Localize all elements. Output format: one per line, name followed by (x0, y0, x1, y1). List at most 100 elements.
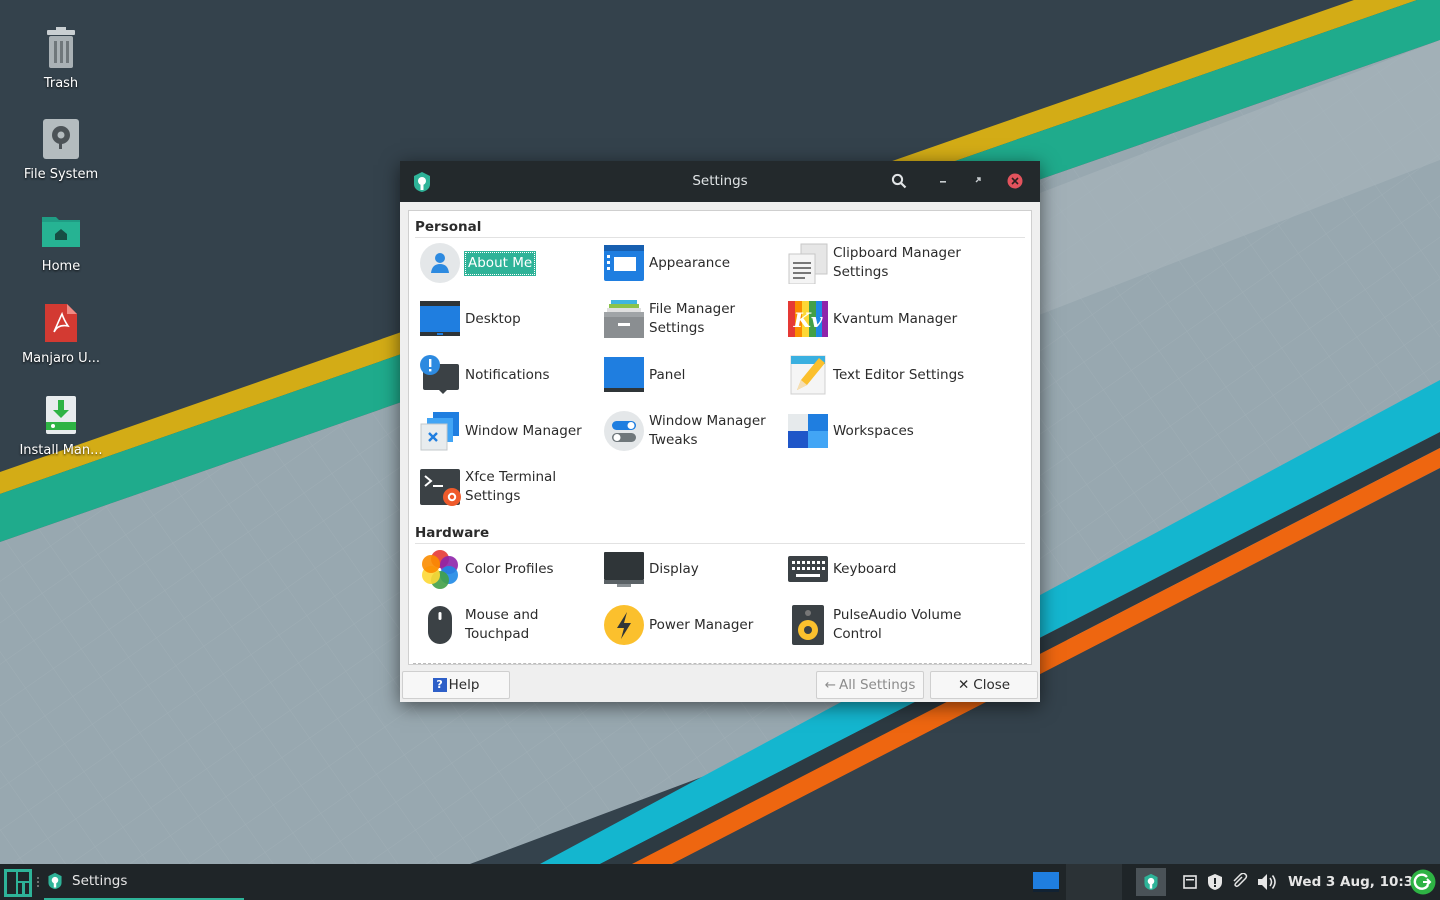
window-titlebar[interactable]: Settings (400, 161, 1040, 202)
kvantum-icon: Kv (787, 298, 829, 340)
panel-handle[interactable] (36, 874, 40, 890)
section-divider (415, 237, 1025, 238)
file-manager-icon (603, 298, 645, 340)
installer-icon (37, 391, 85, 439)
tray-updates[interactable] (1206, 873, 1224, 891)
settings-item-label: Workspaces (833, 422, 914, 439)
all-settings-button[interactable]: ← All Settings (816, 671, 924, 699)
desktop-icon-label: Trash (43, 76, 79, 91)
settings-item-window-manager[interactable]: Window Manager (419, 407, 599, 455)
settings-item-label: Panel (649, 366, 686, 383)
tray-volume[interactable] (1256, 872, 1278, 892)
shield-icon (1208, 874, 1222, 890)
settings-item-label: Mouse and Touchpad (465, 607, 539, 642)
settings-item-label: Display (649, 560, 699, 577)
settings-item-power-manager[interactable]: Power Manager (603, 601, 783, 649)
desktop-icon-manjaro-guide[interactable]: Manjaro U... (6, 299, 116, 366)
settings-item-xfce-terminal[interactable]: Xfce Terminal Settings (419, 463, 599, 511)
settings-item-window-manager-tweaks[interactable]: Window Manager Tweaks (603, 407, 783, 455)
help-button[interactable]: ? Help (402, 671, 510, 699)
settings-item-label: Text Editor Settings (833, 366, 965, 383)
settings-item-pulseaudio[interactable]: PulseAudio Volume Control (787, 601, 967, 649)
notifications-icon (419, 354, 461, 396)
settings-item-mouse-touchpad[interactable]: Mouse and Touchpad (419, 601, 599, 649)
drive-icon (37, 115, 85, 163)
settings-item-keyboard[interactable]: Keyboard (787, 545, 967, 593)
settings-item-desktop[interactable]: Desktop (419, 295, 599, 343)
power-icon (603, 604, 645, 646)
close-window-button[interactable] (1005, 171, 1025, 191)
settings-icon-view[interactable]: Personal About Me Appearance Clipboard M… (408, 210, 1032, 665)
desktop-icon-label: Manjaro U... (21, 351, 101, 366)
drag-handle-icon (37, 877, 39, 887)
close-button[interactable]: ✕ Close (930, 671, 1038, 699)
settings-item-label: Desktop (465, 310, 521, 327)
workspace-2[interactable] (1066, 864, 1122, 900)
settings-item-label: Clipboard Manager Settings (833, 245, 961, 280)
settings-item-label: Xfce Terminal Settings (465, 469, 557, 504)
tray-clipboard[interactable] (1182, 874, 1198, 890)
taskbar-task-label: Settings (72, 873, 128, 889)
help-button-label: Help (448, 677, 480, 693)
settings-item-label: Kvantum Manager (833, 310, 958, 327)
maximize-button[interactable] (969, 171, 989, 191)
desktop-icon-file-system[interactable]: File System (6, 115, 116, 182)
clock-label: Wed 3 Aug, 10:36 (1288, 874, 1423, 890)
clipboard-icon (787, 242, 829, 284)
workspace-1[interactable] (1032, 870, 1060, 894)
close-icon (1007, 173, 1023, 189)
settings-app-icon (1144, 873, 1158, 891)
terminal-icon (419, 466, 461, 508)
settings-item-about-me[interactable]: About Me (419, 239, 599, 287)
search-icon (891, 173, 907, 189)
whisker-menu-button[interactable] (4, 869, 32, 897)
trash-icon (37, 24, 85, 72)
clipboard-tray-icon (1183, 875, 1197, 889)
settings-item-panel[interactable]: Panel (603, 351, 783, 399)
section-title-personal: Personal (415, 219, 482, 235)
taskbar-task-settings[interactable]: Settings (44, 864, 244, 900)
pdf-icon (37, 299, 85, 347)
maximize-icon (975, 177, 981, 183)
desktop-icon-trash[interactable]: Trash (6, 24, 116, 91)
text-editor-icon (787, 354, 829, 396)
paperclip-icon (1233, 873, 1248, 888)
settings-item-workspaces[interactable]: Workspaces (787, 407, 967, 455)
mouse-icon (419, 604, 461, 646)
settings-item-label: File Manager Settings (649, 301, 736, 336)
help-icon: ? (432, 678, 447, 692)
close-x-icon: ✕ (957, 677, 970, 693)
user-icon (419, 242, 461, 284)
settings-app-icon (48, 872, 62, 890)
tweaks-icon (603, 410, 645, 452)
settings-item-notifications[interactable]: Notifications (419, 351, 599, 399)
settings-item-clipboard-manager[interactable]: Clipboard Manager Settings (787, 239, 967, 287)
settings-item-appearance[interactable]: Appearance (603, 239, 783, 287)
settings-item-text-editor[interactable]: Text Editor Settings (787, 351, 967, 399)
home-folder-icon (37, 207, 85, 255)
settings-item-color-profiles[interactable]: Color Profiles (419, 545, 599, 593)
clock[interactable]: Wed 3 Aug, 10:36 (1288, 864, 1423, 900)
settings-item-label: Color Profiles (465, 560, 554, 577)
tray-settings-button[interactable] (1136, 868, 1166, 896)
minimize-button[interactable] (933, 171, 953, 191)
volume-icon (1258, 874, 1276, 890)
tray-attachment[interactable] (1230, 873, 1248, 891)
settings-item-display[interactable]: Display (603, 545, 783, 593)
desktop-icon-label: File System (23, 167, 99, 182)
settings-item-label: Appearance (649, 254, 731, 271)
settings-item-kvantum-manager[interactable]: Kv Kvantum Manager (787, 295, 967, 343)
settings-item-label: Power Manager (649, 616, 754, 633)
close-button-label: Close (973, 677, 1011, 693)
settings-item-file-manager[interactable]: File Manager Settings (603, 295, 783, 343)
panel-icon (603, 354, 645, 396)
settings-item-label: Window Manager Tweaks (649, 413, 766, 448)
taskbar: Settings Wed 3 Aug, 10:36 (0, 864, 1440, 900)
desktop-icon-install-manjaro[interactable]: Install Man... (6, 391, 116, 458)
search-button[interactable] (889, 171, 909, 191)
desktop-icon-home[interactable]: Home (6, 207, 116, 274)
desktop-icon (419, 298, 461, 340)
desktop-icon-label: Install Man... (19, 443, 103, 458)
arrow-left-icon: ← (824, 677, 836, 693)
logout-button[interactable] (1410, 869, 1436, 895)
